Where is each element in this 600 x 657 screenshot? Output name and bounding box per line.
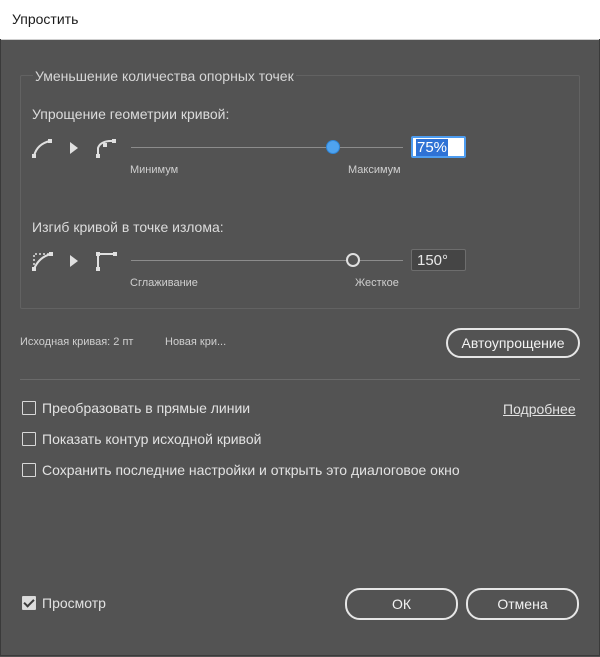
curve-simplify-label: Упрощение геометрии кривой: bbox=[32, 106, 230, 122]
group-title: Уменьшение количества опорных точек bbox=[33, 68, 296, 84]
new-curve-info: Новая кри... bbox=[165, 336, 227, 348]
curve-simplify-slider-track[interactable] bbox=[131, 147, 403, 148]
convert-to-lines-checkbox[interactable] bbox=[22, 401, 36, 415]
remember-settings-label: Сохранить последние настройки и открыть … bbox=[42, 462, 460, 478]
slider-max-label: Жесткое bbox=[355, 277, 399, 289]
corner-angle-value: 150° bbox=[417, 252, 449, 269]
curve-simplify-slider-thumb[interactable] bbox=[326, 140, 340, 154]
corner-curve-icon bbox=[32, 252, 53, 271]
preview-label: Просмотр bbox=[42, 595, 106, 611]
window-title: Упростить bbox=[12, 11, 79, 27]
slider-max-label: Максимум bbox=[348, 164, 401, 176]
more-options-link[interactable]: Подробнее bbox=[503, 401, 576, 417]
simplified-curve-icon bbox=[96, 139, 116, 158]
corner-angle-slider-thumb[interactable] bbox=[346, 253, 360, 267]
smooth-curve-icon bbox=[32, 139, 52, 158]
preview-checkbox[interactable] bbox=[22, 596, 36, 610]
show-original-checkbox[interactable] bbox=[22, 432, 36, 446]
corner-angle-slider-track[interactable] bbox=[131, 260, 403, 261]
corner-angle-label: Изгиб кривой в точке излома: bbox=[32, 219, 224, 235]
curve-simplify-value: 75% bbox=[416, 139, 449, 156]
corner-angle-value-field[interactable]: 150° bbox=[411, 249, 466, 271]
title-bar: Упростить bbox=[0, 0, 600, 40]
slider-min-label: Минимум bbox=[130, 164, 179, 176]
remember-settings-checkbox[interactable] bbox=[22, 463, 36, 477]
section-divider bbox=[20, 379, 580, 380]
arrow-right-icon bbox=[70, 255, 78, 267]
sharp-corner-icon bbox=[96, 252, 117, 271]
slider-min-label: Сглаживание bbox=[130, 277, 198, 289]
curve-simplify-value-field[interactable]: 75% bbox=[411, 136, 466, 158]
show-original-label: Показать контур исходной кривой bbox=[42, 431, 262, 447]
convert-to-lines-label: Преобразовать в прямые линии bbox=[42, 400, 251, 416]
auto-simplify-button[interactable]: Автоупрощение bbox=[446, 328, 580, 358]
arrow-right-icon bbox=[70, 142, 78, 154]
ok-button[interactable]: ОК bbox=[345, 588, 458, 620]
original-curve-info: Исходная кривая: 2 пт bbox=[20, 336, 134, 348]
cancel-button[interactable]: Отмена bbox=[466, 588, 579, 620]
